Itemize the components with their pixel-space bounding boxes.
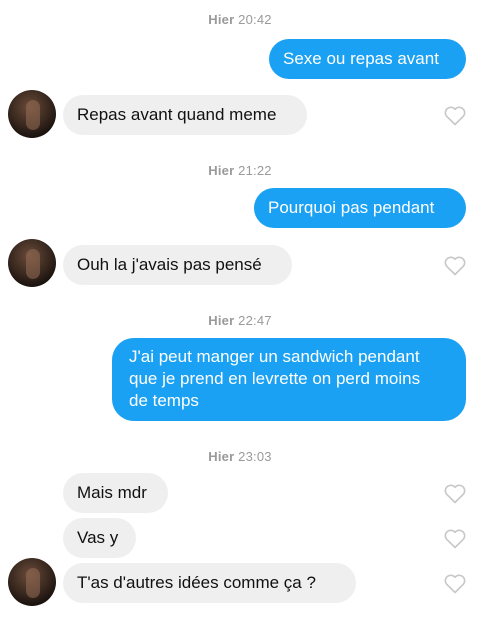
timestamp-separator: Hier 20:42: [0, 12, 480, 27]
timestamp-separator: Hier 21:22: [0, 163, 480, 178]
sent-message-bubble[interactable]: Pourquoi pas pendant: [254, 188, 466, 228]
message-line: de temps: [129, 391, 199, 410]
timestamp-day: Hier: [208, 12, 235, 27]
received-message-bubble[interactable]: Mais mdr: [63, 473, 168, 513]
received-message-bubble[interactable]: Vas y: [63, 518, 136, 558]
timestamp-day: Hier: [208, 313, 235, 328]
sent-message-bubble[interactable]: J'ai peut manger un sandwich pendant que…: [112, 338, 466, 421]
sent-message-bubble[interactable]: Sexe ou repas avant: [269, 39, 466, 79]
timestamp-time: 20:42: [238, 12, 272, 27]
timestamp-time: 23:03: [238, 449, 272, 464]
received-message-bubble[interactable]: Ouh la j'avais pas pensé: [63, 245, 292, 285]
message-line: J'ai peut manger un sandwich pendant: [129, 347, 420, 366]
timestamp-day: Hier: [208, 449, 235, 464]
heart-icon[interactable]: [443, 482, 467, 504]
timestamp-separator: Hier 22:47: [0, 313, 480, 328]
timestamp-time: 22:47: [238, 313, 272, 328]
received-message-bubble[interactable]: Repas avant quand meme: [63, 95, 307, 135]
heart-icon[interactable]: [443, 572, 467, 594]
timestamp-time: 21:22: [238, 163, 272, 178]
received-message-bubble[interactable]: T'as d'autres idées comme ça ?: [63, 563, 356, 603]
heart-icon[interactable]: [443, 104, 467, 126]
message-line: que je prend en levrette on perd moins: [129, 369, 421, 388]
timestamp-separator: Hier 23:03: [0, 449, 480, 464]
contact-avatar[interactable]: [8, 90, 56, 138]
heart-icon[interactable]: [443, 527, 467, 549]
timestamp-day: Hier: [208, 163, 235, 178]
heart-icon[interactable]: [443, 254, 467, 276]
message-thread: Hier 20:42 Sexe ou repas avant Repas ava…: [0, 0, 480, 619]
contact-avatar[interactable]: [8, 558, 56, 606]
contact-avatar[interactable]: [8, 239, 56, 287]
